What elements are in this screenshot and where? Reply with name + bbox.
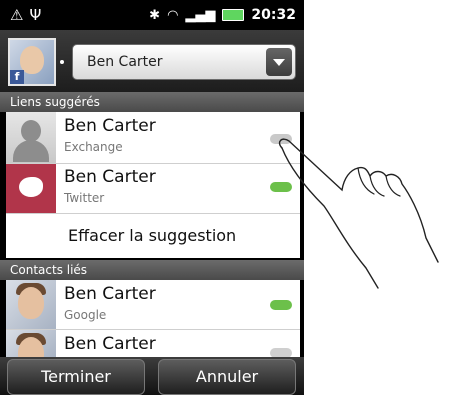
status-left-icons: ⚠Ψ (10, 6, 47, 24)
clear-suggestion-row[interactable]: Effacer la suggestion (6, 214, 300, 258)
photo-body (13, 140, 49, 162)
battery-icon (222, 9, 245, 21)
contact-name-dropdown[interactable]: Ben Carter (72, 44, 296, 80)
warning-icon: ⚠ (10, 6, 30, 24)
phone-screen: ⚠Ψ ✱ ◠ ▂▄▆ 20:32 f Ben Carter Liens sugg… (0, 0, 304, 395)
linked-row-google[interactable]: Ben Carter Google (6, 280, 300, 330)
status-right-icons: ✱ ◠ ▂▄▆ 20:32 (149, 7, 296, 23)
done-button[interactable]: Terminer (7, 359, 145, 395)
status-time: 20:32 (251, 7, 296, 23)
bluetooth-icon: ✱ (149, 7, 161, 23)
contact-photo (6, 280, 56, 329)
facebook-icon: f (10, 70, 24, 84)
contact-header: f Ben Carter (0, 30, 304, 92)
pointing-hand-illustration (278, 138, 439, 289)
clear-suggestion-label: Effacer la suggestion (68, 226, 237, 245)
photo-face (18, 287, 44, 319)
suggested-row-exchange[interactable]: Ben Carter Exchange (6, 112, 300, 164)
contact-photo (6, 330, 56, 358)
section-linked-contacts: Contacts liés (0, 260, 304, 280)
twitter-bird-icon (19, 177, 43, 197)
twitter-photo (6, 164, 56, 213)
status-bar: ⚠Ψ ✱ ◠ ▂▄▆ 20:32 (0, 0, 304, 30)
default-contact-photo (6, 112, 56, 163)
usb-icon: Ψ (29, 6, 48, 24)
row-subtitle: Google (64, 308, 107, 322)
bottom-button-bar: Terminer Annuler (0, 357, 304, 395)
wifi-icon: ◠ (167, 7, 179, 23)
row-subtitle: Twitter (64, 191, 105, 205)
row-title: Ben Carter (64, 334, 156, 354)
signal-icon: ▂▄▆ (185, 7, 216, 23)
cancel-button[interactable]: Annuler (158, 359, 296, 395)
row-subtitle: Exchange (64, 140, 123, 154)
contact-avatar[interactable]: f (8, 38, 56, 86)
row-title: Ben Carter (64, 167, 156, 187)
row-title: Ben Carter (64, 116, 156, 136)
suggested-row-twitter[interactable]: Ben Carter Twitter (6, 164, 300, 214)
photo-head (21, 120, 41, 142)
linked-row-second[interactable]: Ben Carter (6, 330, 300, 358)
chevron-down-icon[interactable] (266, 48, 292, 76)
link-icon[interactable] (270, 300, 292, 310)
avatar-menu-dot (60, 60, 64, 64)
row-title: Ben Carter (64, 284, 156, 304)
section-suggested-links: Liens suggérés (0, 92, 304, 112)
contact-name: Ben Carter (87, 54, 163, 70)
